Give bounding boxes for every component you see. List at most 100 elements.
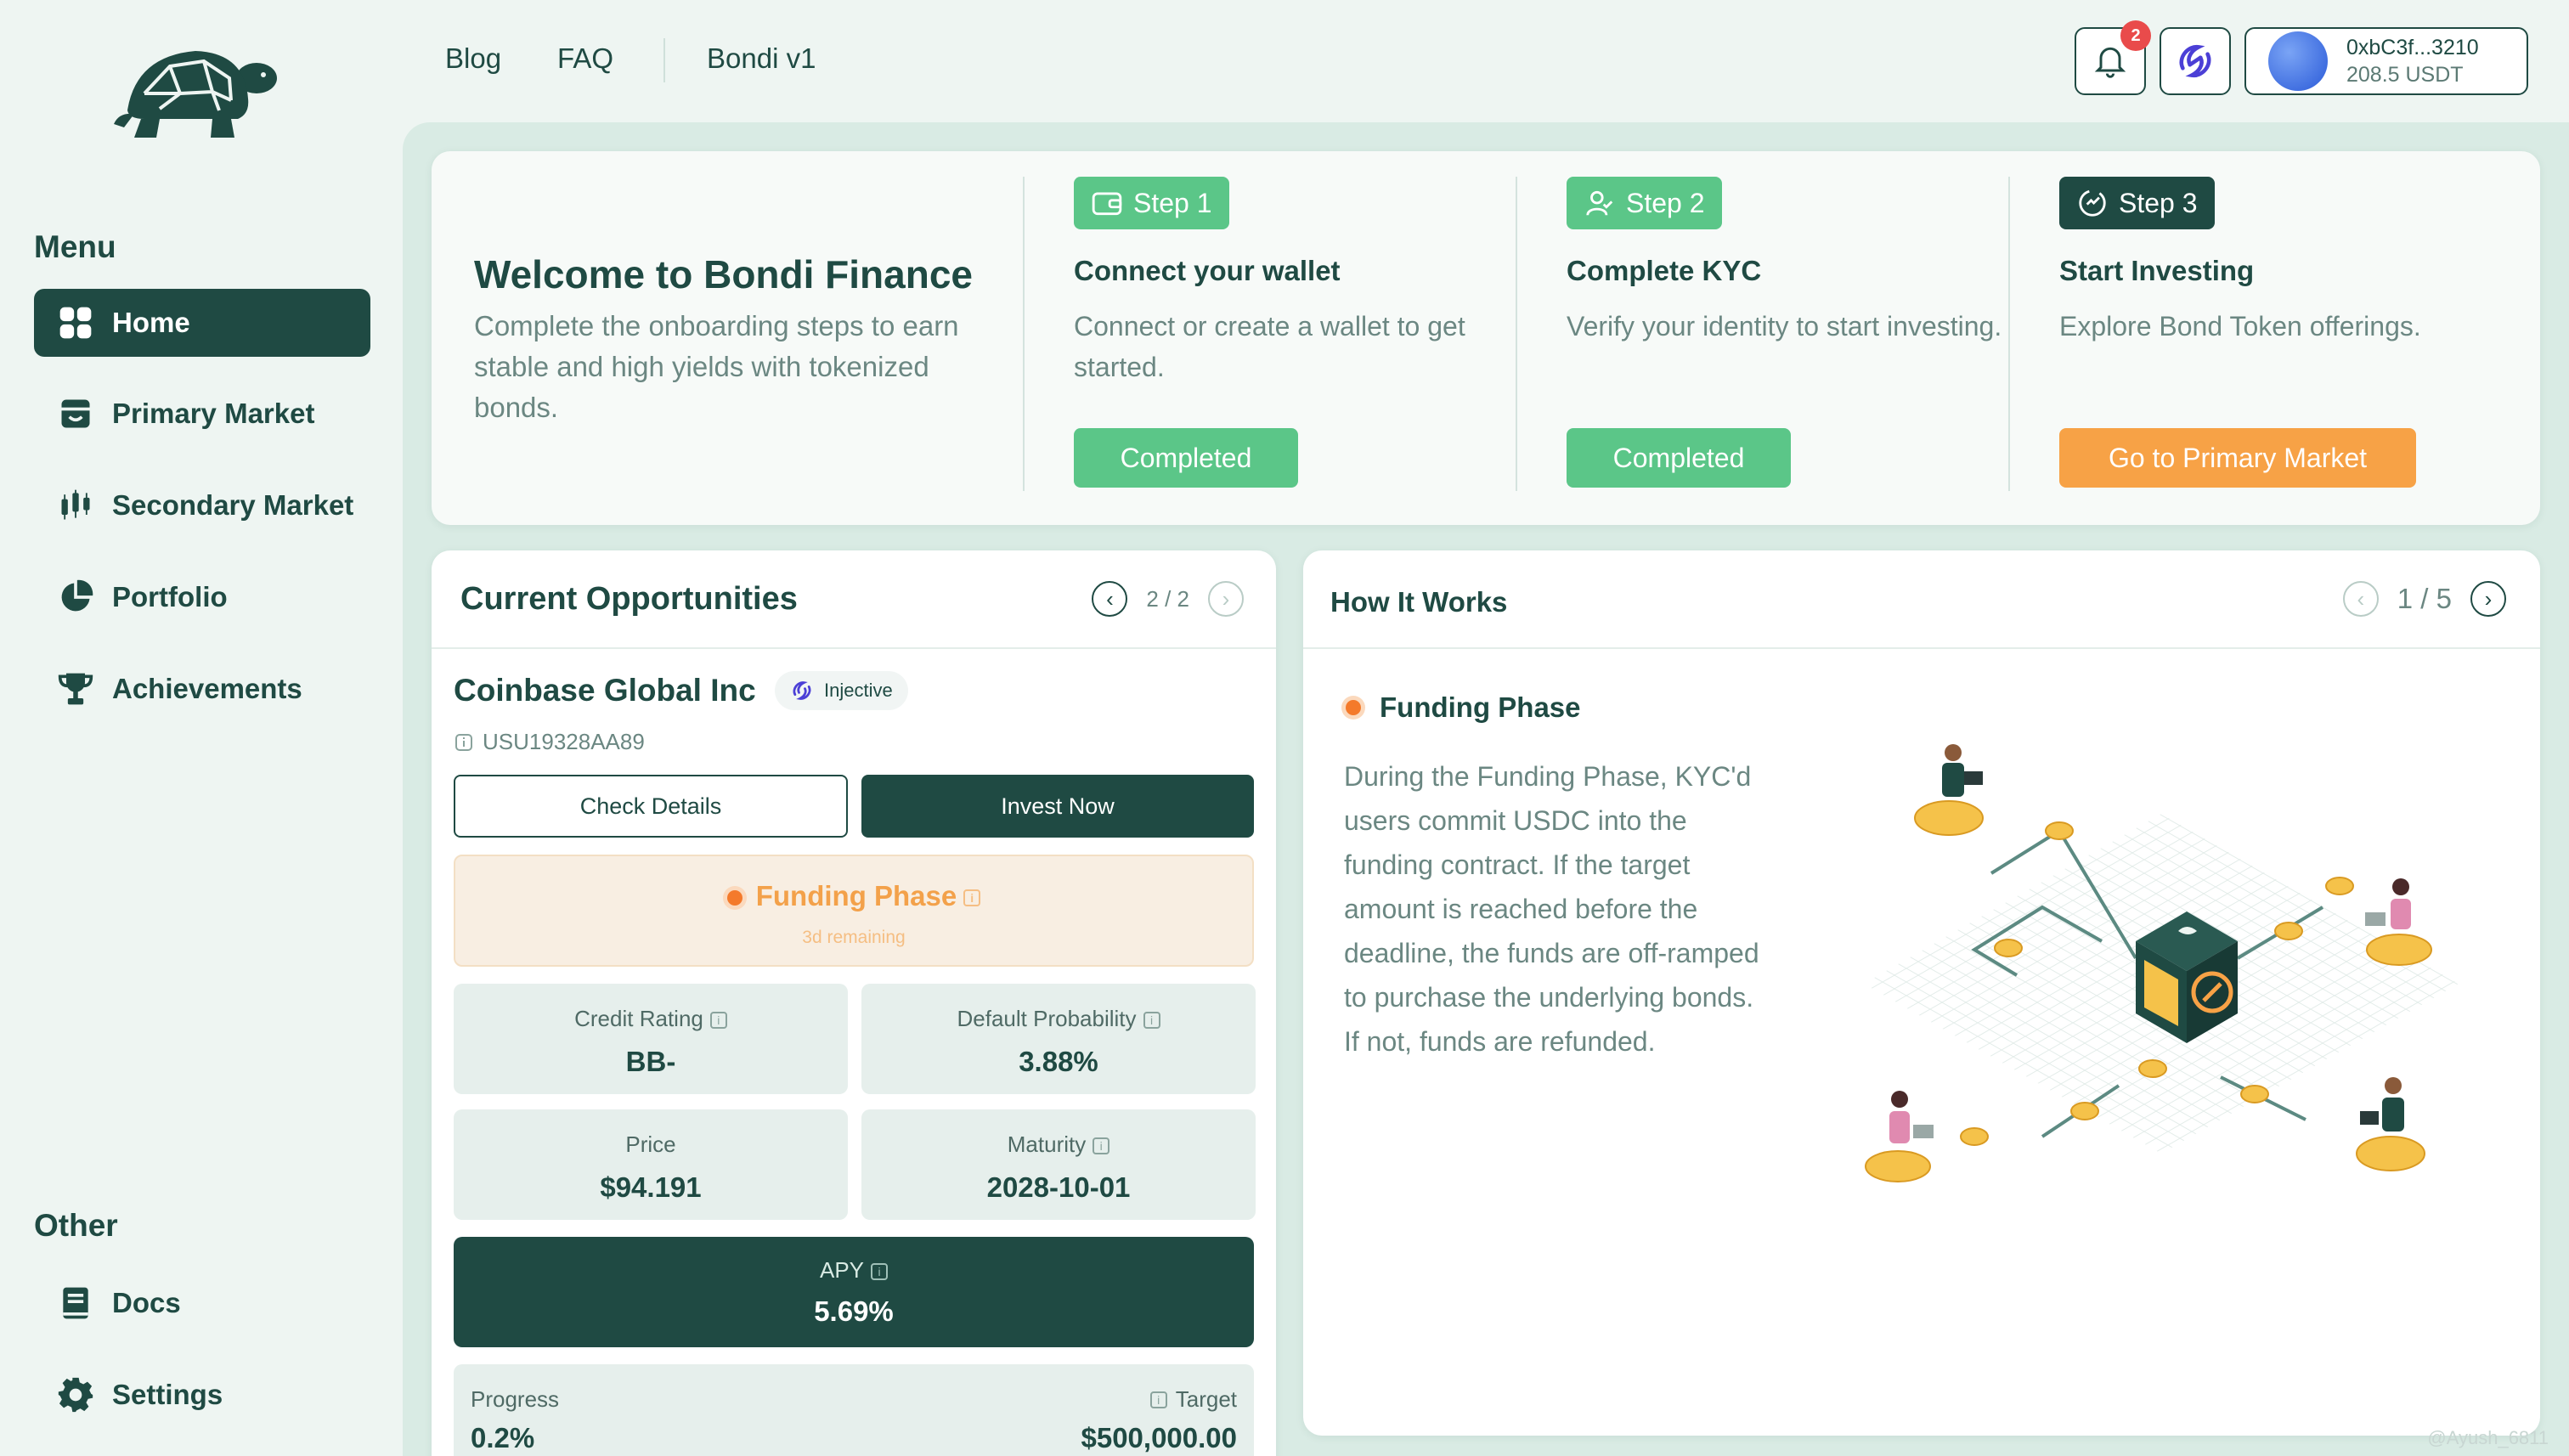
info-icon[interactable]: i [871, 1263, 889, 1281]
candlestick-icon [56, 486, 95, 525]
default-probability-value: 3.88% [1019, 1046, 1098, 1077]
step-1-completed-button[interactable]: Completed [1074, 428, 1298, 488]
investor-figure-2 [2365, 878, 2432, 966]
apy-value: 5.69% [814, 1295, 894, 1327]
price-value: $94.191 [600, 1171, 702, 1203]
nav-link-faq[interactable]: FAQ [557, 42, 613, 75]
target-label: i Target [1149, 1386, 1237, 1413]
opportunities-card: Current Opportunities ‹ 2 / 2 › Coinbase… [432, 550, 1276, 1456]
opportunities-header: Current Opportunities ‹ 2 / 2 › [432, 550, 1276, 649]
welcome-card: Welcome to Bondi Finance Complete the on… [432, 151, 2540, 525]
watermark: @Ayush_6811 [2427, 1427, 2549, 1448]
other-heading: Other [34, 1208, 118, 1243]
step-badge: Step 2 [1567, 177, 1722, 229]
pie-chart-icon [56, 578, 95, 617]
how-it-works-pager: ‹ 1 / 5 › [2342, 581, 2506, 617]
info-icon [455, 733, 472, 751]
sidebar: Menu Home Primary Market Secondary Marke… [0, 0, 403, 1456]
notifications-button[interactable]: 2 [2075, 20, 2151, 95]
bond-id: USU19328AA89 [454, 729, 645, 755]
nav-divider [663, 38, 665, 82]
opportunities-title: Current Opportunities [460, 581, 798, 617]
info-icon[interactable]: i [1143, 1012, 1160, 1030]
sidebar-item-label: Portfolio [112, 581, 228, 612]
pager-text: 1 / 5 [2397, 583, 2452, 614]
info-icon[interactable]: i [709, 1012, 727, 1030]
how-phase-description: During the Funding Phase, KYC'd users co… [1344, 761, 1759, 1057]
progress-stat: Progress 0.2% i Target $500,000.00 [454, 1364, 1254, 1456]
sidebar-item-docs[interactable]: Docs [34, 1269, 370, 1337]
wallet-button[interactable]: 0xbC3f...3210 208.5 USDT [2244, 27, 2528, 95]
nav-link-blog[interactable]: Blog [445, 42, 501, 75]
pager-text: 2 / 2 [1146, 585, 1189, 612]
welcome-title: Welcome to Bondi Finance [474, 252, 973, 296]
prev-arrow-icon[interactable]: ‹ [1092, 581, 1128, 617]
invest-now-button[interactable]: Invest Now [861, 775, 1254, 838]
how-it-works-header: How It Works ‹ 1 / 5 › [1303, 550, 2540, 649]
progress-value: 0.2% [471, 1422, 535, 1453]
sidebar-item-label: Secondary Market [112, 489, 354, 521]
credit-rating-stat: Credit Rating i BB- [454, 984, 848, 1094]
funding-phase-box: Funding Phase i 3d remaining [454, 855, 1254, 967]
sidebar-item-achievements[interactable]: Achievements [34, 655, 370, 723]
store-icon [56, 394, 95, 433]
sidebar-item-label: Primary Market [112, 398, 315, 429]
grid-icon [56, 303, 95, 342]
step-2-completed-button[interactable]: Completed [1567, 428, 1791, 488]
sidebar-item-settings[interactable]: Settings [34, 1361, 370, 1429]
info-icon[interactable]: i [1093, 1137, 1110, 1155]
investor-figure-1 [1914, 744, 1984, 836]
wallet-balance: 208.5 USDT [2346, 63, 2464, 87]
user-check-icon [1586, 190, 1613, 216]
investor-figure-3 [1865, 1091, 1934, 1182]
sidebar-item-secondary-market[interactable]: Secondary Market [34, 471, 370, 539]
credit-rating-value: BB- [625, 1046, 676, 1077]
chain-chip: Injective [775, 671, 908, 710]
go-to-primary-market-button[interactable]: Go to Primary Market [2059, 428, 2416, 488]
how-it-works-card: How It Works ‹ 1 / 5 › Funding Phase Dur… [1303, 550, 2540, 1436]
step-1: Step 1 Connect your wallet Connect or cr… [1023, 177, 1516, 491]
book-icon [56, 1284, 95, 1323]
prev-arrow-icon[interactable]: ‹ [2342, 581, 2379, 617]
turtle-logo[interactable] [110, 41, 293, 141]
info-icon[interactable]: i [1149, 1391, 1167, 1408]
step-description: Explore Bond Token offerings. [2059, 311, 2421, 341]
trophy-icon [56, 669, 95, 708]
info-icon[interactable]: i [963, 889, 981, 907]
funding-phase-label: Funding Phase i [455, 880, 1252, 912]
menu-heading: Menu [34, 229, 116, 264]
progress-label: Progress [471, 1386, 560, 1412]
step-description: Verify your identity to start investing. [1567, 311, 2002, 341]
sidebar-item-label: Achievements [112, 673, 302, 704]
sidebar-item-label: Settings [112, 1379, 223, 1410]
sidebar-item-home[interactable]: Home [34, 289, 370, 357]
maturity-stat: Maturity i 2028-10-01 [861, 1109, 1256, 1220]
wallet-icon [1092, 192, 1122, 216]
next-arrow-icon[interactable]: › [2470, 581, 2506, 617]
nav-link-bondi-v1[interactable]: Bondi v1 [707, 42, 816, 75]
default-probability-stat: Default Probability i 3.88% [861, 984, 1256, 1094]
gear-icon [56, 1375, 95, 1414]
step-title: Start Investing [2059, 255, 2255, 286]
sidebar-item-label: Docs [112, 1287, 181, 1318]
check-details-button[interactable]: Check Details [454, 775, 848, 838]
step-badge: Step 1 [1074, 177, 1229, 229]
maturity-value: 2028-10-01 [986, 1171, 1131, 1203]
target-value: $500,000.00 [1081, 1422, 1237, 1453]
investor-figure-4 [2356, 1077, 2425, 1171]
step-description: Connect or create a wallet to get starte… [1074, 311, 1465, 382]
how-phase-title: Funding Phase [1346, 691, 1581, 724]
wallet-address: 0xbC3f...3210 [2346, 36, 2479, 59]
injective-icon [793, 681, 811, 700]
next-arrow-icon[interactable]: › [1208, 581, 1244, 617]
step-title: Complete KYC [1567, 255, 1762, 286]
status-dot [1346, 700, 1361, 715]
how-it-works-title: How It Works [1330, 586, 1508, 618]
step-badge: Step 3 [2059, 177, 2215, 229]
apy-stat: APY i 5.69% [454, 1237, 1254, 1347]
network-button[interactable] [2160, 27, 2231, 95]
welcome-description: Complete the onboarding steps to earn st… [474, 310, 959, 423]
sidebar-item-primary-market[interactable]: Primary Market [34, 380, 370, 448]
investing-icon [2079, 189, 2106, 217]
sidebar-item-portfolio[interactable]: Portfolio [34, 563, 370, 631]
